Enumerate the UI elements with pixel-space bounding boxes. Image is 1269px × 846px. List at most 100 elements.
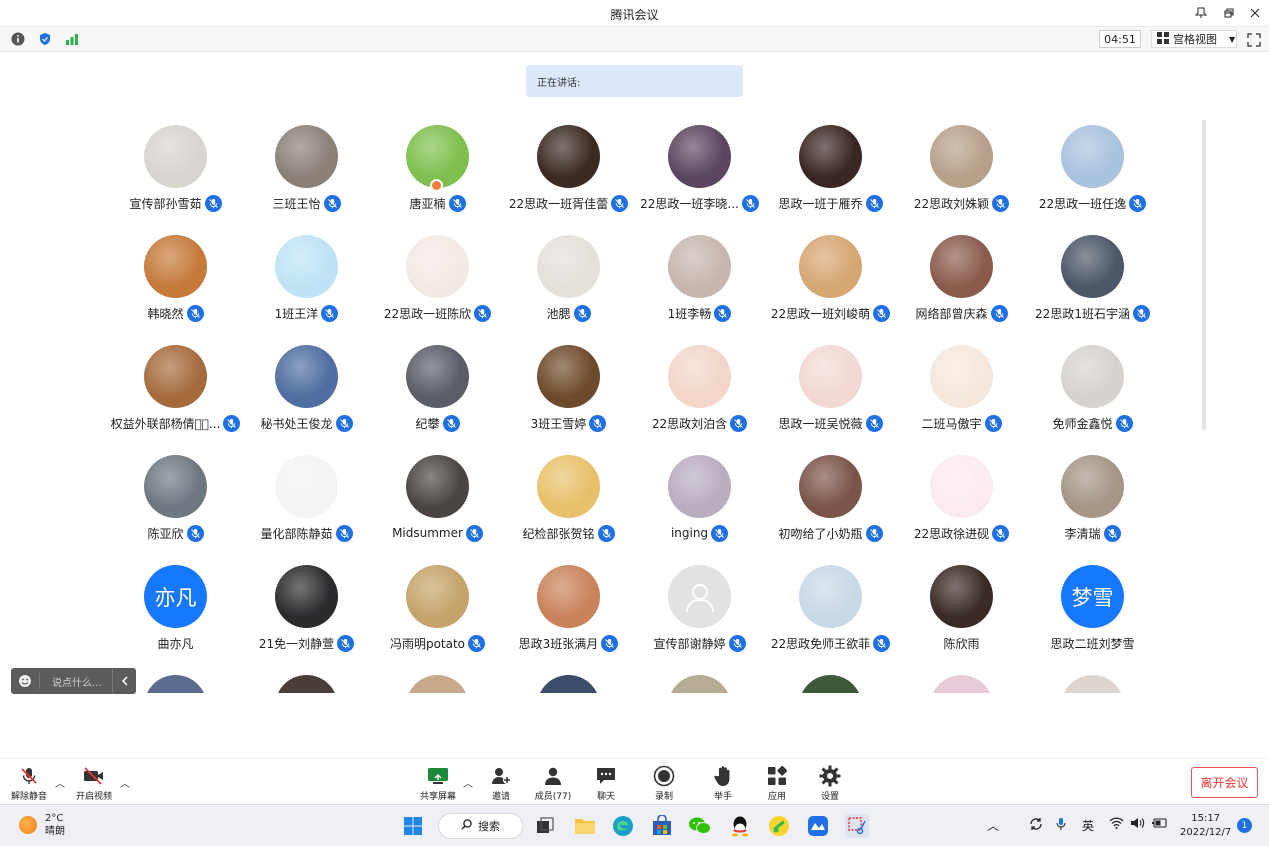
participant-tile[interactable]: 22思政1班石宇涵	[1027, 233, 1158, 343]
participant-tile[interactable]: 22思政免师王欲菲	[765, 563, 896, 673]
info-icon[interactable]	[10, 31, 26, 47]
participant-tile[interactable]: 秘书处王俊龙	[241, 343, 372, 453]
restore-icon[interactable]	[1216, 3, 1242, 23]
participant-tile[interactable]: 22思政一班任逸	[1027, 123, 1158, 233]
participant-tile[interactable]	[765, 673, 896, 693]
participant-tile[interactable]: 思政一班吴悦薇	[765, 343, 896, 453]
close-icon[interactable]	[1242, 3, 1268, 23]
system-clock[interactable]: 15:17 2022/12/7	[1180, 812, 1231, 840]
chat-button[interactable]: 聊天	[578, 765, 634, 803]
participant-tile[interactable]	[634, 673, 765, 693]
music-app-icon[interactable]	[767, 814, 791, 838]
volume-icon[interactable]	[1130, 817, 1145, 832]
chat-quick-input[interactable]: 说点什么...	[11, 668, 136, 694]
qq-icon[interactable]	[728, 814, 752, 838]
taskbar-search[interactable]: 搜索	[438, 813, 523, 839]
participant-tile[interactable]: 宣传部孙雪茹	[110, 123, 241, 233]
input-method-indicator[interactable]: 英	[1082, 817, 1094, 834]
raise-hand-button[interactable]: 举手	[695, 765, 751, 803]
avatar	[144, 455, 207, 518]
fullscreen-icon[interactable]	[1247, 32, 1263, 48]
participant-tile[interactable]: 初吻给了小奶瓶	[765, 453, 896, 563]
participant-tile[interactable]: 22思政一班胥佳蕾	[503, 123, 634, 233]
participant-tile[interactable]: 陈亚欣	[110, 453, 241, 563]
shield-icon[interactable]	[37, 31, 53, 47]
participant-tile[interactable]: inging	[634, 453, 765, 563]
participant-tile[interactable]	[503, 673, 634, 693]
avatar	[668, 455, 731, 518]
participant-tile[interactable]: 22思政一班陈欣	[372, 233, 503, 343]
participant-tile[interactable]	[1027, 673, 1158, 693]
view-mode-button[interactable]: 宫格视图 ▼	[1151, 30, 1237, 48]
participant-tile[interactable]: 池腮	[503, 233, 634, 343]
pin-icon[interactable]	[1188, 3, 1214, 23]
participant-tile[interactable]: 1班王洋	[241, 233, 372, 343]
participant-tile[interactable]: 三班王怡	[241, 123, 372, 233]
chevron-left-icon[interactable]	[112, 668, 136, 694]
emoji-icon[interactable]	[11, 668, 39, 694]
participant-tile[interactable]	[372, 673, 503, 693]
participant-tile[interactable]: 免师金鑫悦	[1027, 343, 1158, 453]
participant-tile[interactable]: 22思政刘泊含	[634, 343, 765, 453]
record-button[interactable]: 录制	[636, 765, 692, 803]
wifi-icon[interactable]	[1109, 817, 1124, 832]
participant-tile[interactable]: 思政3班张满月	[503, 563, 634, 673]
apps-button[interactable]: 应用	[749, 765, 805, 803]
participant-tile[interactable]: 22思政徐进砚	[896, 453, 1027, 563]
notification-badge[interactable]: 1	[1237, 818, 1252, 833]
participant-tile[interactable]: 宣传部谢静婷	[634, 563, 765, 673]
leave-meeting-button[interactable]: 离开会议	[1191, 767, 1258, 798]
participant-tile[interactable]: 权益外联部杨倩𫕩𫕩...	[110, 343, 241, 453]
signal-icon[interactable]	[64, 31, 80, 47]
participant-tile[interactable]: 21免一刘静萱	[241, 563, 372, 673]
participant-tile[interactable]: 1班李畅	[634, 233, 765, 343]
grid-scrollbar[interactable]	[1202, 120, 1206, 430]
file-explorer-icon[interactable]	[573, 814, 597, 838]
store-icon[interactable]	[650, 814, 674, 838]
participant-name: 量化部陈静茹	[260, 526, 333, 541]
participant-tile[interactable]: 22思政一班刘峻萌	[765, 233, 896, 343]
participant-tile[interactable]: 李清瑞	[1027, 453, 1158, 563]
participant-tile[interactable]: 梦雪 思政二班刘梦雪	[1027, 563, 1158, 673]
participant-tile[interactable]: 量化部陈静茹	[241, 453, 372, 563]
participant-tile[interactable]: 3班王雪婷	[503, 343, 634, 453]
snipping-tool-icon[interactable]	[845, 814, 869, 838]
edge-browser-icon[interactable]	[611, 814, 635, 838]
mic-muted-icon	[448, 194, 466, 212]
windows-start-icon[interactable]	[401, 814, 425, 838]
members-button[interactable]: 成员(77)	[525, 765, 581, 803]
participant-tile[interactable]: 二班马傲宇	[896, 343, 1027, 453]
participant-tile[interactable]	[241, 673, 372, 693]
participant-tile[interactable]	[896, 673, 1027, 693]
participant-tile[interactable]: 网络部曾庆森	[896, 233, 1027, 343]
unmute-button[interactable]: 解除静音	[1, 765, 57, 803]
mic-muted-icon	[186, 524, 204, 542]
participant-tile[interactable]: Midsummer	[372, 453, 503, 563]
start-video-button[interactable]: 开启视频	[66, 765, 122, 803]
chevron-up-icon[interactable]: ︿	[463, 775, 473, 790]
chevron-up-icon[interactable]: ︿	[120, 775, 130, 790]
participant-tile[interactable]: 22思政刘姝颖	[896, 123, 1027, 233]
participant-tile[interactable]: 亦凡 曲亦凡	[110, 563, 241, 673]
task-view-icon[interactable]	[533, 814, 557, 838]
tencent-meeting-icon[interactable]	[806, 814, 830, 838]
settings-button[interactable]: 设置	[802, 765, 858, 803]
battery-icon[interactable]	[1152, 817, 1168, 832]
participant-tile[interactable]: 唐亚楠	[372, 123, 503, 233]
microphone-icon[interactable]	[1055, 817, 1067, 834]
participant-tile[interactable]: 思政一班于雁乔	[765, 123, 896, 233]
wechat-icon[interactable]	[688, 814, 712, 838]
share-screen-button[interactable]: 共享屏幕	[410, 765, 466, 803]
participant-tile[interactable]: 纪攀	[372, 343, 503, 453]
participant-tile[interactable]: 纪检部张贺铭	[503, 453, 634, 563]
chat-placeholder[interactable]: 说点什么...	[39, 673, 112, 689]
tray-chevron-up-icon[interactable]: ︿	[987, 817, 999, 834]
participant-tile[interactable]: 陈欣雨	[896, 563, 1027, 673]
participant-tile[interactable]: 韩晓然	[110, 233, 241, 343]
participant-tile[interactable]: 冯雨明potato	[372, 563, 503, 673]
sync-icon[interactable]	[1029, 817, 1043, 834]
invite-button[interactable]: 邀请	[473, 765, 529, 803]
chevron-up-icon[interactable]: ︿	[55, 775, 65, 790]
weather-widget[interactable]: 2°C 晴朗	[19, 812, 65, 838]
participant-tile[interactable]: 22思政一班李晓...	[634, 123, 765, 233]
